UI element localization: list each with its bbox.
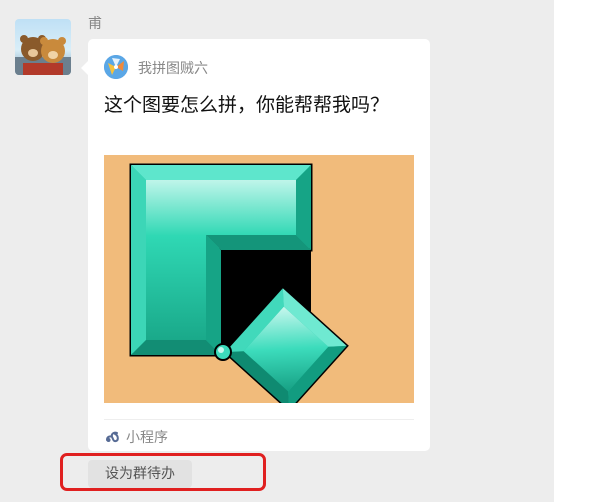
mini-program-card[interactable]: 我拼图贼六 这个图要怎么拼，你能帮帮我吗？ 小程序 xyxy=(81,39,430,451)
card-divider xyxy=(104,419,414,420)
chat-pane: 甫 我拼图贼六 这个图要怎么拼，你能帮帮我吗？ 小程序 设为群待办 xyxy=(0,0,554,502)
sender-avatar[interactable] xyxy=(15,19,71,75)
highlight-annotation xyxy=(60,453,266,491)
mini-program-icon xyxy=(106,431,119,443)
bears-avatar-icon xyxy=(15,35,71,75)
mini-program-label: 小程序 xyxy=(126,430,168,446)
puzzle-preview-image xyxy=(104,155,414,403)
side-panel xyxy=(554,0,614,502)
bubble-arrow xyxy=(81,61,88,75)
app-name: 我拼图贼六 xyxy=(138,61,208,77)
sender-name: 甫 xyxy=(88,16,102,32)
card-title: 这个图要怎么拼，你能帮帮我吗？ xyxy=(104,94,390,116)
puzzle-app-icon xyxy=(104,55,128,79)
